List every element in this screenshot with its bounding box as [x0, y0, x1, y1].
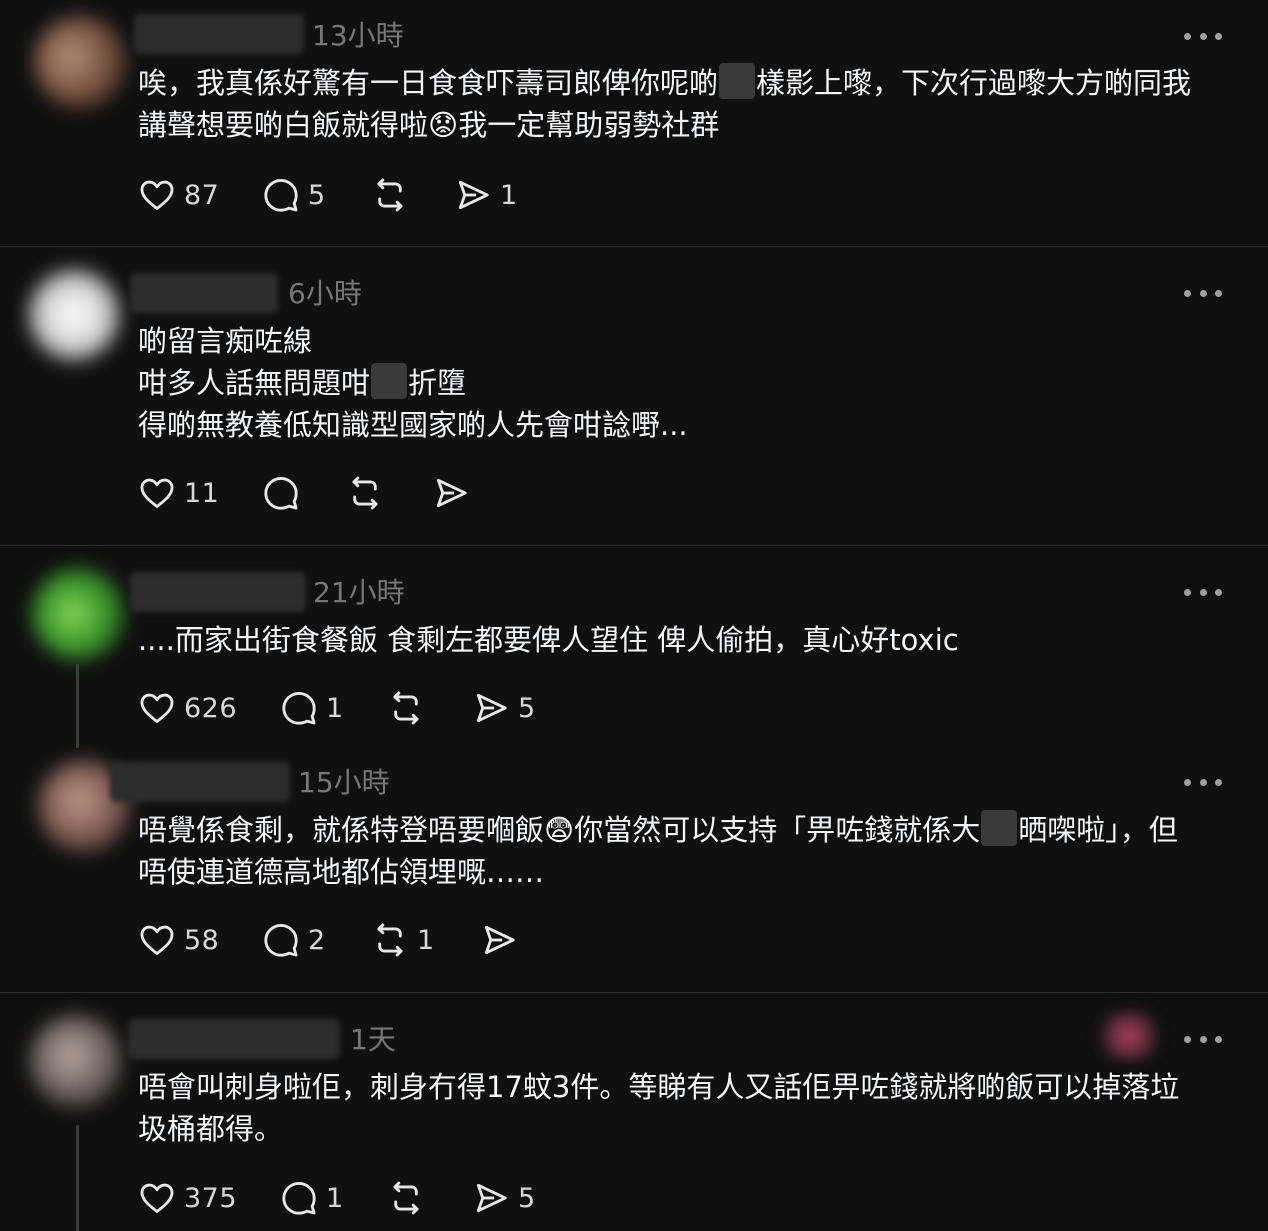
reaction-badge	[1094, 1011, 1164, 1061]
heart-icon	[140, 180, 174, 210]
heart-icon	[140, 693, 174, 723]
repost-button[interactable]	[371, 173, 417, 217]
post-text: ....而家出街食餐飯 食剩左都要俾人望住 俾人偷拍，真心好toxic	[138, 623, 959, 657]
heart-icon	[140, 1183, 174, 1213]
more-options-button[interactable]	[1184, 1034, 1222, 1044]
comment-bubble-icon	[264, 924, 298, 957]
username[interactable]	[134, 14, 304, 54]
thread-line	[76, 1125, 79, 1231]
comment-post: 21小時 ....而家出街食餐飯 食剩左都要俾人望住 俾人偷拍，真心好toxic…	[0, 546, 1268, 748]
comment-bubble-icon	[264, 179, 298, 212]
send-icon	[476, 693, 507, 723]
reply-button[interactable]	[262, 471, 308, 515]
avatar[interactable]	[32, 568, 124, 660]
redacted-text	[371, 363, 408, 399]
comment-bubble-icon	[282, 692, 316, 725]
reply-count: 5	[308, 179, 326, 211]
post-time: 21小時	[313, 576, 405, 609]
share-button[interactable]: 5	[472, 1176, 536, 1220]
post-text: 唔覺係食剩，就係特登唔要嗰飯😨你當然可以支持「畀咗錢就係大 晒㗎啦」，但 唔使連道…	[138, 809, 1228, 893]
send-icon	[476, 1183, 507, 1213]
heart-icon	[140, 925, 174, 955]
comment-post: 6小時 啲留言痴咗線 咁多人話無問題咁 折墮 得啲無教養低知識型國家啲人先會咁諗嘢…	[0, 247, 1268, 545]
reply-count: 1	[326, 692, 344, 724]
repost-icon	[393, 691, 419, 725]
share-button[interactable]: 1	[454, 173, 518, 217]
reply-button[interactable]: 2	[262, 918, 326, 962]
like-button[interactable]: 375	[138, 1176, 237, 1220]
comment-bubble-icon	[282, 1182, 316, 1215]
redacted-text	[981, 810, 1018, 846]
repost-button[interactable]	[387, 1176, 433, 1220]
like-button[interactable]: 58	[138, 918, 219, 962]
repost-button[interactable]	[387, 686, 433, 730]
send-icon	[484, 925, 515, 955]
share-count: 1	[500, 179, 518, 211]
like-button[interactable]: 11	[138, 471, 219, 515]
repost-icon	[352, 476, 378, 510]
repost-icon	[377, 178, 403, 212]
repost-count: 1	[417, 924, 435, 956]
heart-icon	[140, 478, 174, 508]
username[interactable]	[130, 572, 306, 612]
post-time: 15小時	[298, 766, 390, 799]
repost-icon	[393, 1181, 419, 1215]
avatar[interactable]	[30, 1015, 122, 1107]
share-button[interactable]	[432, 471, 478, 515]
share-count: 5	[518, 1182, 536, 1214]
reply-count: 1	[326, 1182, 344, 1214]
like-button[interactable]: 87	[138, 173, 219, 217]
post-text: 唔會叫刺身啦佢，刺身冇得17蚊3件。等睇有人又話佢畀咗錢就將啲飯可以掉落垃 圾桶…	[138, 1070, 1180, 1146]
reply-count: 2	[308, 924, 326, 956]
post-text: 唉，我真係好驚有一日食食吓壽司郎俾你呢啲 樣影上嚟，下次行過嚟大方啲同我 講聲想要…	[138, 62, 1228, 146]
reply-button[interactable]: 1	[280, 686, 344, 730]
like-count: 58	[184, 924, 220, 956]
comment-bubble-icon	[264, 477, 298, 510]
share-button[interactable]	[480, 918, 526, 962]
comment-post: 13小時 唉，我真係好驚有一日食食吓壽司郎俾你呢啲 樣影上嚟，下次行過嚟大方啲同我…	[0, 0, 1268, 246]
username[interactable]	[130, 273, 278, 313]
like-count: 375	[184, 1182, 238, 1214]
like-count: 11	[184, 477, 220, 509]
repost-button[interactable]	[346, 471, 392, 515]
reply-button[interactable]: 1	[280, 1176, 344, 1220]
reply-button[interactable]: 5	[262, 173, 326, 217]
repost-icon	[377, 923, 403, 957]
like-count: 87	[184, 179, 220, 211]
avatar[interactable]	[28, 269, 120, 361]
more-options-button[interactable]	[1184, 31, 1222, 41]
send-icon	[458, 180, 489, 210]
username[interactable]	[110, 762, 290, 802]
post-time: 13小時	[312, 19, 404, 52]
like-count: 626	[184, 692, 238, 724]
share-button[interactable]: 5	[472, 686, 536, 730]
comment-post: 1天 唔會叫刺身啦佢，刺身冇得17蚊3件。等睇有人又話佢畀咗錢就將啲飯可以掉落垃…	[0, 993, 1268, 1231]
more-options-button[interactable]	[1184, 587, 1222, 597]
redacted-text	[719, 63, 756, 99]
more-options-button[interactable]	[1184, 288, 1222, 298]
post-time: 1天	[350, 1023, 396, 1056]
repost-button[interactable]: 1	[371, 918, 435, 962]
thread-line	[76, 664, 79, 748]
share-count: 5	[518, 692, 536, 724]
post-time: 6小時	[288, 277, 362, 310]
send-icon	[436, 478, 467, 508]
username[interactable]	[128, 1019, 340, 1059]
more-options-button[interactable]	[1184, 777, 1222, 787]
comment-post: 15小時 唔覺係食剩，就係特登唔要嗰飯😨你當然可以支持「畀咗錢就係大 晒㗎啦」，但…	[0, 746, 1268, 992]
avatar[interactable]	[34, 16, 126, 108]
post-text: 啲留言痴咗線 咁多人話無問題咁 折墮 得啲無教養低知識型國家啲人先會咁諗嘢...	[138, 324, 688, 442]
like-button[interactable]: 626	[138, 686, 237, 730]
comment-feed: 13小時 唉，我真係好驚有一日食食吓壽司郎俾你呢啲 樣影上嚟，下次行過嚟大方啲同我…	[0, 0, 1268, 1231]
